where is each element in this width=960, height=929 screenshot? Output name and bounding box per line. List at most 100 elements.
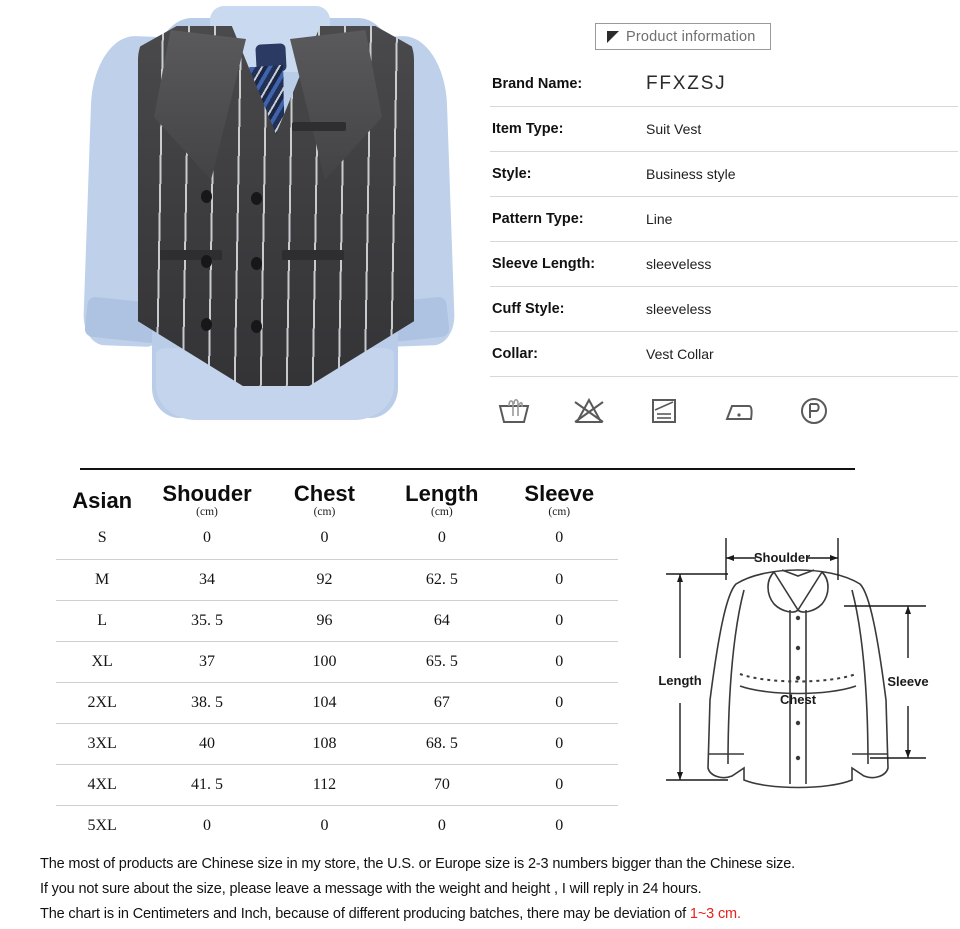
column-header-chest: Chest (cm): [266, 482, 383, 518]
product-information-badge: Product information: [595, 23, 771, 50]
table-row: 3XL 40 108 68. 5 0: [56, 723, 618, 765]
cell-size: 5XL: [87, 816, 117, 834]
cell-size: XL: [56, 641, 149, 683]
spec-value: sleeveless: [646, 256, 712, 272]
cell-chest: 108: [265, 723, 384, 765]
spec-label: Style:: [492, 166, 532, 182]
cell-size: M: [56, 559, 149, 601]
spec-label: Brand Name:: [492, 76, 583, 92]
spec-value: FFXZSJ: [646, 73, 727, 94]
measurement-diagram: Shoulder Length Sleeve Chest: [648, 518, 948, 818]
vest-button-4: [251, 257, 262, 270]
disclaimer-line-1: The most of products are Chinese size in…: [40, 856, 796, 872]
cell-shoulder: 0: [203, 816, 212, 834]
diagram-label-shoulder: Shoulder: [754, 550, 810, 565]
cell-shoulder: 38. 5: [148, 682, 266, 724]
vest-button-1: [201, 190, 212, 203]
spec-row-collar: Collar: Vest Collar: [490, 332, 958, 377]
cell-chest: 96: [265, 600, 384, 642]
measurement-diagram-svg: Shoulder Length Sleeve Chest: [658, 538, 929, 789]
cell-chest: 0: [320, 816, 329, 834]
column-unit: (cm): [548, 506, 571, 519]
cell-size: 4XL: [56, 764, 149, 806]
spec-label: Pattern Type:: [492, 211, 584, 227]
disclaimer-line-3-text: The chart is in Centimeters and Inch, be…: [40, 906, 690, 922]
size-chart-top-rule: [80, 468, 855, 470]
product-overview-section: Product information Brand Name: FFXZSJ I…: [0, 0, 960, 460]
spec-label: Item Type:: [492, 121, 564, 137]
cell-sleeve: 0: [500, 723, 618, 765]
deviation-value: 1~3 cm.: [689, 906, 741, 922]
table-row: S 0 0 0 0: [56, 518, 618, 560]
spec-label: Collar:: [492, 346, 538, 362]
table-row: XL 37 100 65. 5 0: [56, 641, 618, 683]
cell-sleeve: 0: [500, 600, 618, 642]
spec-value: sleeveless: [646, 301, 712, 317]
column-unit: (cm): [196, 506, 218, 519]
product-photo[interactable]: [60, 0, 480, 460]
column-header-sleeve: Sleeve (cm): [501, 482, 618, 518]
line-dry-icon: [652, 399, 676, 423]
column-header-shoulder: Shouder (cm): [148, 482, 265, 518]
cell-length: 67: [383, 682, 501, 724]
column-header-label: Asian: [72, 487, 133, 513]
spec-label: Sleeve Length:: [492, 256, 596, 272]
spec-row-style: Style: Business style: [490, 152, 958, 197]
vest-button-2: [251, 192, 262, 205]
cell-chest: 92: [265, 559, 384, 601]
cell-length: 62. 5: [383, 559, 501, 601]
cell-size: 3XL: [56, 723, 149, 765]
cell-size: 2XL: [56, 682, 149, 724]
cell-chest: 100: [265, 641, 384, 683]
cell-length: 70: [383, 764, 501, 806]
care-instruction-icons: [494, 390, 834, 430]
column-header-size: Asian: [56, 482, 148, 518]
product-information-panel: Product information Brand Name: FFXZSJ I…: [488, 0, 960, 460]
disclaimer-line-2: If you not sure about the size, please l…: [40, 881, 702, 897]
vest-button-3: [201, 255, 212, 268]
do-not-bleach-icon: [574, 397, 604, 423]
dry-clean-petroleum-icon: [801, 398, 827, 424]
photo-stage: [60, 0, 480, 460]
cell-length: 0: [383, 518, 501, 560]
vest-button-6: [251, 320, 262, 333]
spec-value: Suit Vest: [646, 121, 702, 137]
cell-shoulder: 0: [148, 518, 266, 560]
cell-size: L: [56, 600, 149, 642]
iron-low-heat-icon: [725, 405, 753, 420]
cell-shoulder: 40: [148, 723, 266, 765]
column-unit: (cm): [430, 506, 453, 519]
cell-length: 65. 5: [383, 641, 501, 683]
cell-length: 0: [437, 816, 446, 834]
cell-length: 64: [383, 600, 501, 642]
vest-button-5: [201, 318, 212, 331]
table-row: 2XL 38. 5 104 67 0: [56, 682, 618, 724]
product-information-label: Product information: [626, 28, 756, 45]
size-disclaimer: The most of products are Chinese size in…: [40, 852, 950, 927]
spec-row-cuff-style: Cuff Style: sleeveless: [490, 287, 958, 332]
disclaimer-line-3: The chart is in Centimeters and Inch, be…: [40, 902, 950, 927]
cell-length: 68. 5: [383, 723, 501, 765]
spec-row-item-type: Item Type: Suit Vest: [490, 107, 958, 152]
diagram-label-length: Length: [658, 673, 701, 688]
spec-value: Line: [646, 211, 673, 227]
cell-shoulder: 35. 5: [148, 600, 266, 642]
spec-row-pattern-type: Pattern Type: Line: [490, 197, 958, 242]
spec-row-brand-name: Brand Name: FFXZSJ: [490, 62, 958, 107]
vest-pocket-left: [160, 250, 222, 260]
size-chart-section: Asian Shouder (cm) Chest (cm) Length (cm…: [0, 460, 960, 850]
column-unit: (cm): [313, 506, 336, 519]
vest-chest-pocket: [292, 122, 346, 131]
diagram-label-chest: Chest: [780, 692, 817, 707]
cell-size: S: [56, 518, 149, 560]
column-header-length: Length (cm): [383, 482, 500, 518]
column-header-label: Shouder: [162, 481, 252, 506]
table-row: 5XL 0 0 0 0: [56, 805, 618, 846]
column-header-label: Sleeve: [524, 481, 595, 506]
diagram-label-sleeve: Sleeve: [887, 674, 928, 689]
size-chart-header-row: Asian Shouder (cm) Chest (cm) Length (cm…: [56, 482, 618, 518]
spec-label: Cuff Style:: [492, 301, 565, 317]
table-row: L 35. 5 96 64 0: [56, 600, 618, 642]
flag-triangle-icon: [607, 30, 619, 43]
cell-sleeve: 0: [500, 764, 618, 806]
